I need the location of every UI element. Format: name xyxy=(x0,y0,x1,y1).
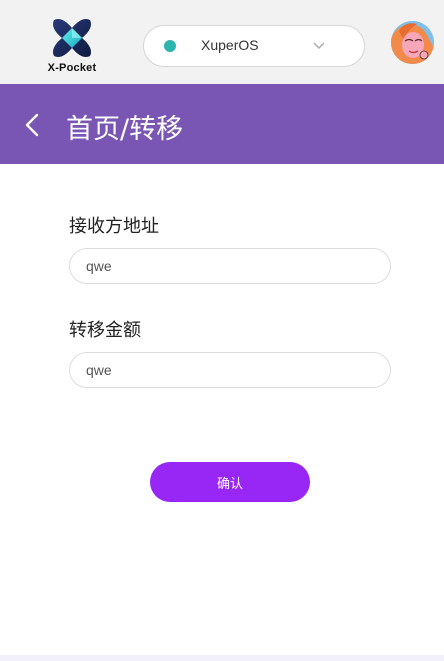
transfer-amount-label: 转移金额 xyxy=(69,320,141,341)
network-status-dot xyxy=(164,40,176,52)
bottom-divider xyxy=(0,655,444,661)
top-bar: X-Pocket XuperOS xyxy=(0,0,444,84)
avatar-illustration-icon xyxy=(391,21,434,64)
recipient-address-label: 接收方地址 xyxy=(69,216,159,237)
confirm-button[interactable]: 确认 xyxy=(150,462,310,502)
logo-text: X-Pocket xyxy=(47,62,97,74)
page-header: 首页/转移 xyxy=(0,84,444,164)
transfer-amount-input[interactable] xyxy=(69,352,391,388)
recipient-address-input[interactable] xyxy=(69,248,391,284)
app-logo[interactable]: X-Pocket xyxy=(44,12,100,78)
x-pocket-logo-icon xyxy=(53,19,91,57)
network-selected-label: XuperOS xyxy=(201,37,259,53)
chevron-down-icon xyxy=(313,42,325,49)
back-arrow-icon[interactable] xyxy=(22,112,44,138)
page-title: 首页/转移 xyxy=(66,114,184,145)
network-select[interactable]: XuperOS xyxy=(143,25,365,67)
avatar[interactable] xyxy=(391,21,434,64)
